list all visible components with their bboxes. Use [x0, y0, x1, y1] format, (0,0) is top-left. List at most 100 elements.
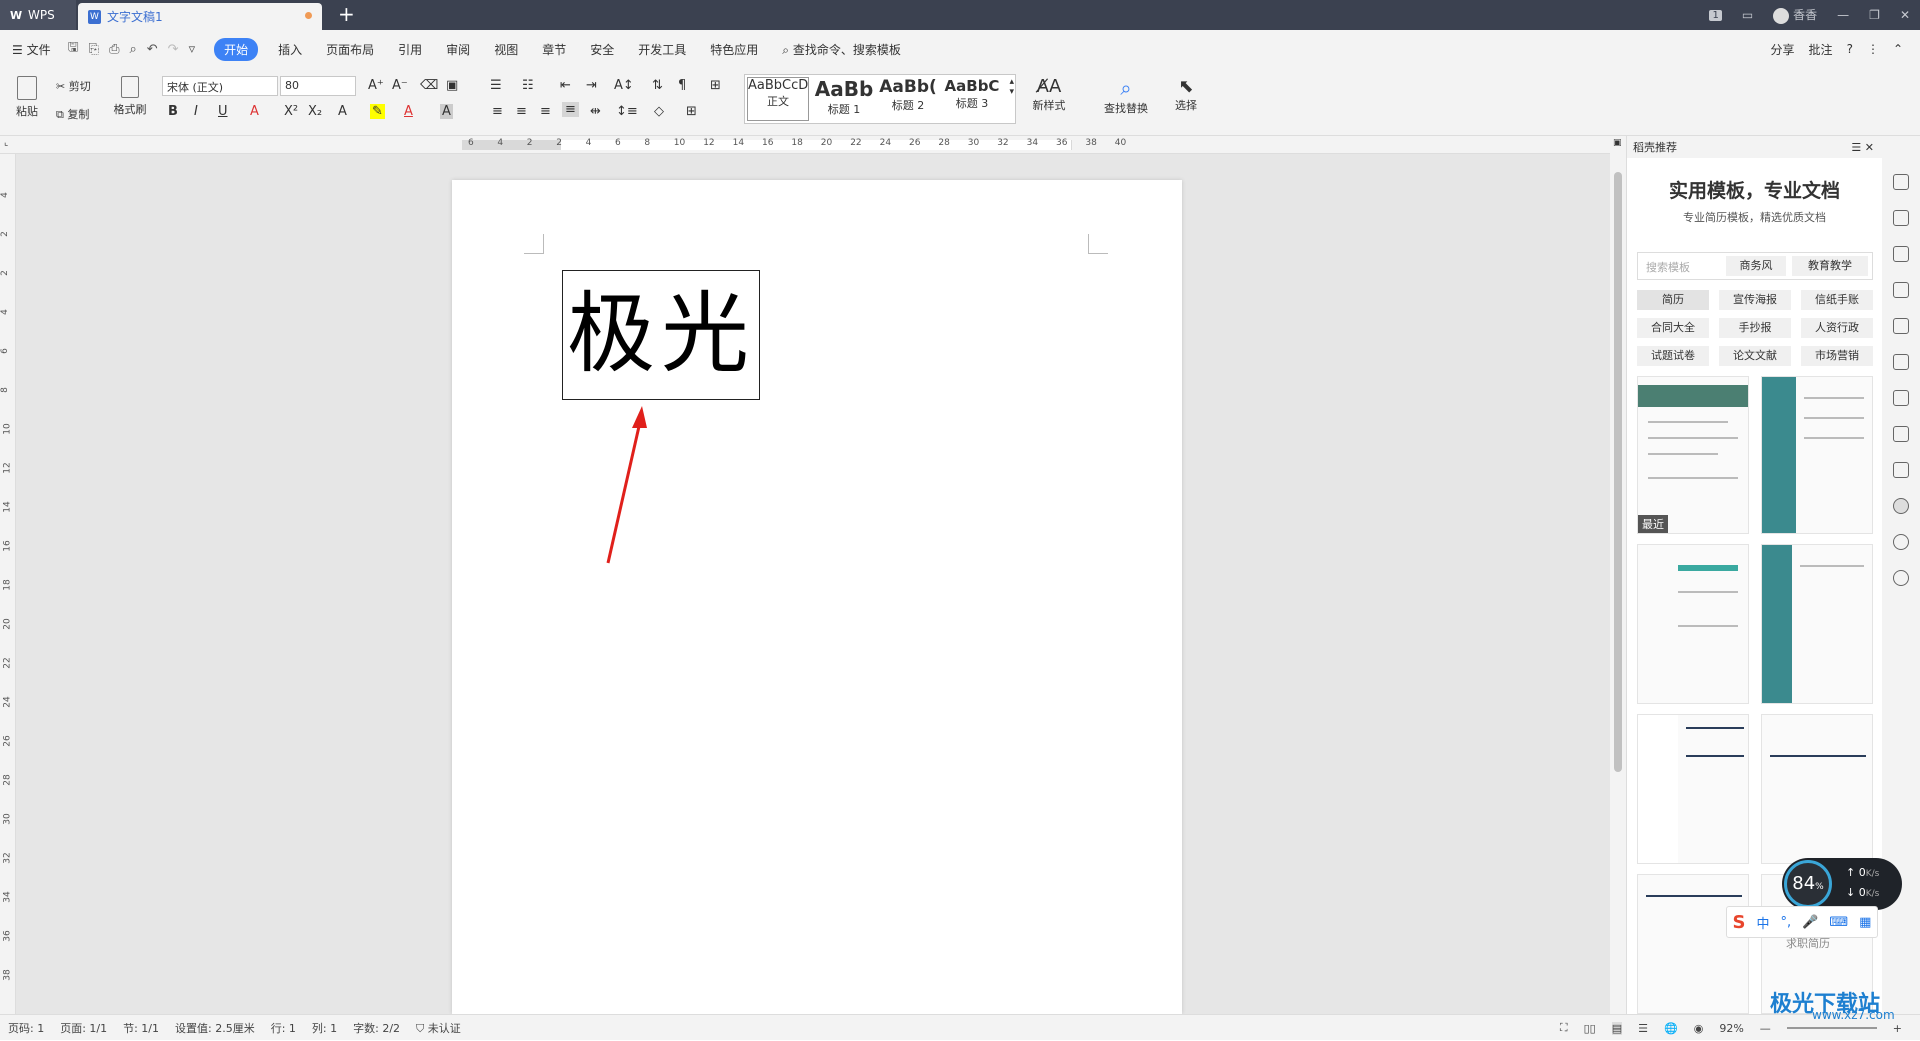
align-center-icon[interactable]: ≡ [516, 104, 527, 119]
restore-icon[interactable]: ❐ [1869, 8, 1880, 22]
network-speed-widget[interactable]: 84% ↑ 0K/s ↓ 0K/s [1782, 858, 1902, 910]
comment-button[interactable]: 批注 [1809, 41, 1833, 58]
template-thumb-6[interactable] [1761, 714, 1873, 864]
align-left-icon[interactable]: ≡ [492, 104, 503, 119]
zoom-out-icon[interactable]: — [1760, 1022, 1771, 1035]
tab-security[interactable]: 安全 [590, 41, 614, 58]
scrollbar-thumb[interactable] [1614, 172, 1622, 772]
shrink-font-icon[interactable]: A⁻ [392, 78, 408, 93]
template-thumb-5[interactable] [1637, 714, 1749, 864]
keyboard-icon[interactable]: ⌨ [1829, 915, 1848, 930]
template-icon[interactable] [1893, 498, 1909, 514]
style-normal[interactable]: AaBbCcD 正文 [747, 77, 809, 121]
share-button[interactable]: 分享 [1771, 41, 1795, 58]
window-count-badge[interactable]: 1 [1709, 9, 1722, 21]
translate-icon[interactable] [1893, 426, 1909, 442]
document-text[interactable]: 极光 [563, 271, 759, 397]
chip-marketing[interactable]: 市场营销 [1801, 346, 1873, 366]
image-icon[interactable] [1893, 462, 1909, 478]
export-pdf-icon[interactable]: ⎘ [89, 42, 99, 57]
font-size-select[interactable]: 80 [280, 76, 356, 96]
cut-button[interactable]: ✂ 剪切 [56, 78, 91, 94]
status-setting[interactable]: 设置值: 2.5厘米 [175, 1020, 255, 1036]
template-search-box[interactable]: 搜索模板 商务风 教育教学 [1637, 252, 1873, 280]
style-heading-3[interactable]: AaBbC 标题 3 [941, 77, 1003, 121]
more-icon[interactable]: ⋮ [1867, 42, 1879, 56]
close-icon[interactable]: ✕ [1900, 8, 1910, 22]
ime-toolbar[interactable]: S 中 °, 🎤 ⌨ ▦ [1726, 906, 1878, 938]
copy-button[interactable]: ⧉ 复制 [56, 106, 89, 122]
skin-icon[interactable]: ▭ [1742, 8, 1753, 22]
minimize-icon[interactable]: — [1837, 8, 1849, 22]
status-page-number[interactable]: 页码: 1 [8, 1020, 44, 1036]
customize-icon[interactable]: ▿ [189, 42, 196, 57]
clear-format-icon[interactable]: ⌫ [420, 78, 438, 93]
align-right-icon[interactable]: ≡ [540, 104, 551, 119]
collapse-ribbon-icon[interactable]: ⌃ [1893, 42, 1903, 56]
style-heading-2[interactable]: AaBb( 标题 2 [877, 77, 939, 121]
grow-font-icon[interactable]: A⁺ [368, 78, 384, 93]
gallery-scroll-icon[interactable]: ▴ ▾ [1009, 77, 1014, 97]
status-words[interactable]: 字数: 2/2 [353, 1020, 400, 1036]
show-marks-icon[interactable]: ¶ [678, 78, 686, 93]
template-thumb-7[interactable] [1637, 874, 1749, 1014]
justify-icon[interactable]: ≡ [562, 102, 579, 117]
tab-special[interactable]: 特色应用 [710, 41, 758, 58]
chip-stationery[interactable]: 信纸手账 [1801, 290, 1873, 310]
vertical-ruler[interactable]: 4 2 2 4 6 8 10 12 14 16 18 20 22 24 26 28 30 32 34 36 38 [0, 154, 16, 1014]
table-layout-icon[interactable]: ⊞ [710, 78, 721, 93]
zoom-level[interactable]: 92% [1719, 1022, 1743, 1035]
italic-button[interactable]: I [194, 104, 198, 119]
vertical-scrollbar[interactable]: ▣ [1610, 136, 1626, 1014]
style-heading-1[interactable]: AaBb 标题 1 [813, 77, 875, 121]
tab-developer[interactable]: 开发工具 [638, 41, 686, 58]
sort-icon[interactable]: ⇅ [652, 78, 663, 93]
file-menu[interactable]: ☰ 文件 [12, 41, 51, 58]
line-spacing-icon[interactable]: ↕≡ [616, 104, 638, 119]
print-icon[interactable]: ⎙ [109, 42, 119, 57]
style-icon[interactable] [1893, 282, 1909, 298]
shapes-icon[interactable] [1893, 246, 1909, 262]
font-name-select[interactable]: 宋体 (正文) [162, 76, 278, 96]
new-tab-button[interactable]: + [338, 2, 355, 26]
help-icon[interactable] [1893, 570, 1909, 586]
zoom-in-icon[interactable]: + [1893, 1022, 1902, 1035]
horizontal-ruler[interactable]: ⌞ 6 4 2 2 4 6 8 10 12 14 16 18 20 22 24 26 28 30 32 34 36 38 4… [0, 136, 1610, 154]
settings-icon[interactable] [1893, 354, 1909, 370]
outline-view-icon[interactable]: ☰ [1638, 1022, 1648, 1035]
microphone-icon[interactable]: 🎤 [1802, 915, 1818, 930]
cursor-select-icon[interactable] [1893, 210, 1909, 226]
template-thumb-1[interactable]: 最近 [1637, 376, 1749, 534]
redo-icon[interactable]: ↷ [168, 42, 179, 57]
template-thumb-4[interactable] [1761, 544, 1873, 704]
numbering-icon[interactable]: ☷ [522, 78, 534, 93]
page-view-icon[interactable]: ▤ [1611, 1021, 1623, 1035]
tab-section[interactable]: 章节 [542, 41, 566, 58]
strikethrough-icon[interactable]: A [250, 104, 259, 119]
tab-stop-icon[interactable]: ⌞ [4, 138, 8, 148]
text-box[interactable]: 极光 [562, 270, 760, 400]
chip-resume[interactable]: 简历 [1637, 290, 1709, 310]
punctuation-icon[interactable]: °, [1781, 915, 1792, 930]
web-view-icon[interactable]: 🌐 [1664, 1022, 1678, 1035]
chip-hr[interactable]: 人资行政 [1801, 318, 1873, 338]
template-thumb-3[interactable] [1637, 544, 1749, 704]
tab-review[interactable]: 审阅 [446, 41, 470, 58]
select-button[interactable]: ⬉ 选择 [1166, 76, 1206, 113]
tab-insert[interactable]: 插入 [278, 41, 302, 58]
find-icon[interactable] [1893, 390, 1909, 406]
status-cert[interactable]: ⛉ 未认证 [416, 1020, 461, 1036]
table-icon[interactable] [1893, 318, 1909, 334]
text-effect-icon[interactable]: A [338, 104, 347, 119]
borders-icon[interactable]: ⊞ [686, 104, 697, 119]
subscript-icon[interactable]: X₂ [308, 104, 322, 119]
chip-poster[interactable]: 宣传海报 [1719, 290, 1791, 310]
document-tab[interactable]: W 文字文稿1 [78, 3, 322, 30]
char-shading-icon[interactable]: A [440, 104, 453, 119]
decrease-indent-icon[interactable]: ⇤ [560, 78, 571, 93]
template-thumb-2[interactable] [1761, 376, 1873, 534]
find-replace-button[interactable]: ⌕ 查找替换 [1098, 76, 1154, 116]
user-account[interactable]: 香香 [1773, 6, 1817, 24]
underline-button[interactable]: U [218, 104, 228, 119]
save-icon[interactable]: 🖫 [68, 38, 79, 60]
